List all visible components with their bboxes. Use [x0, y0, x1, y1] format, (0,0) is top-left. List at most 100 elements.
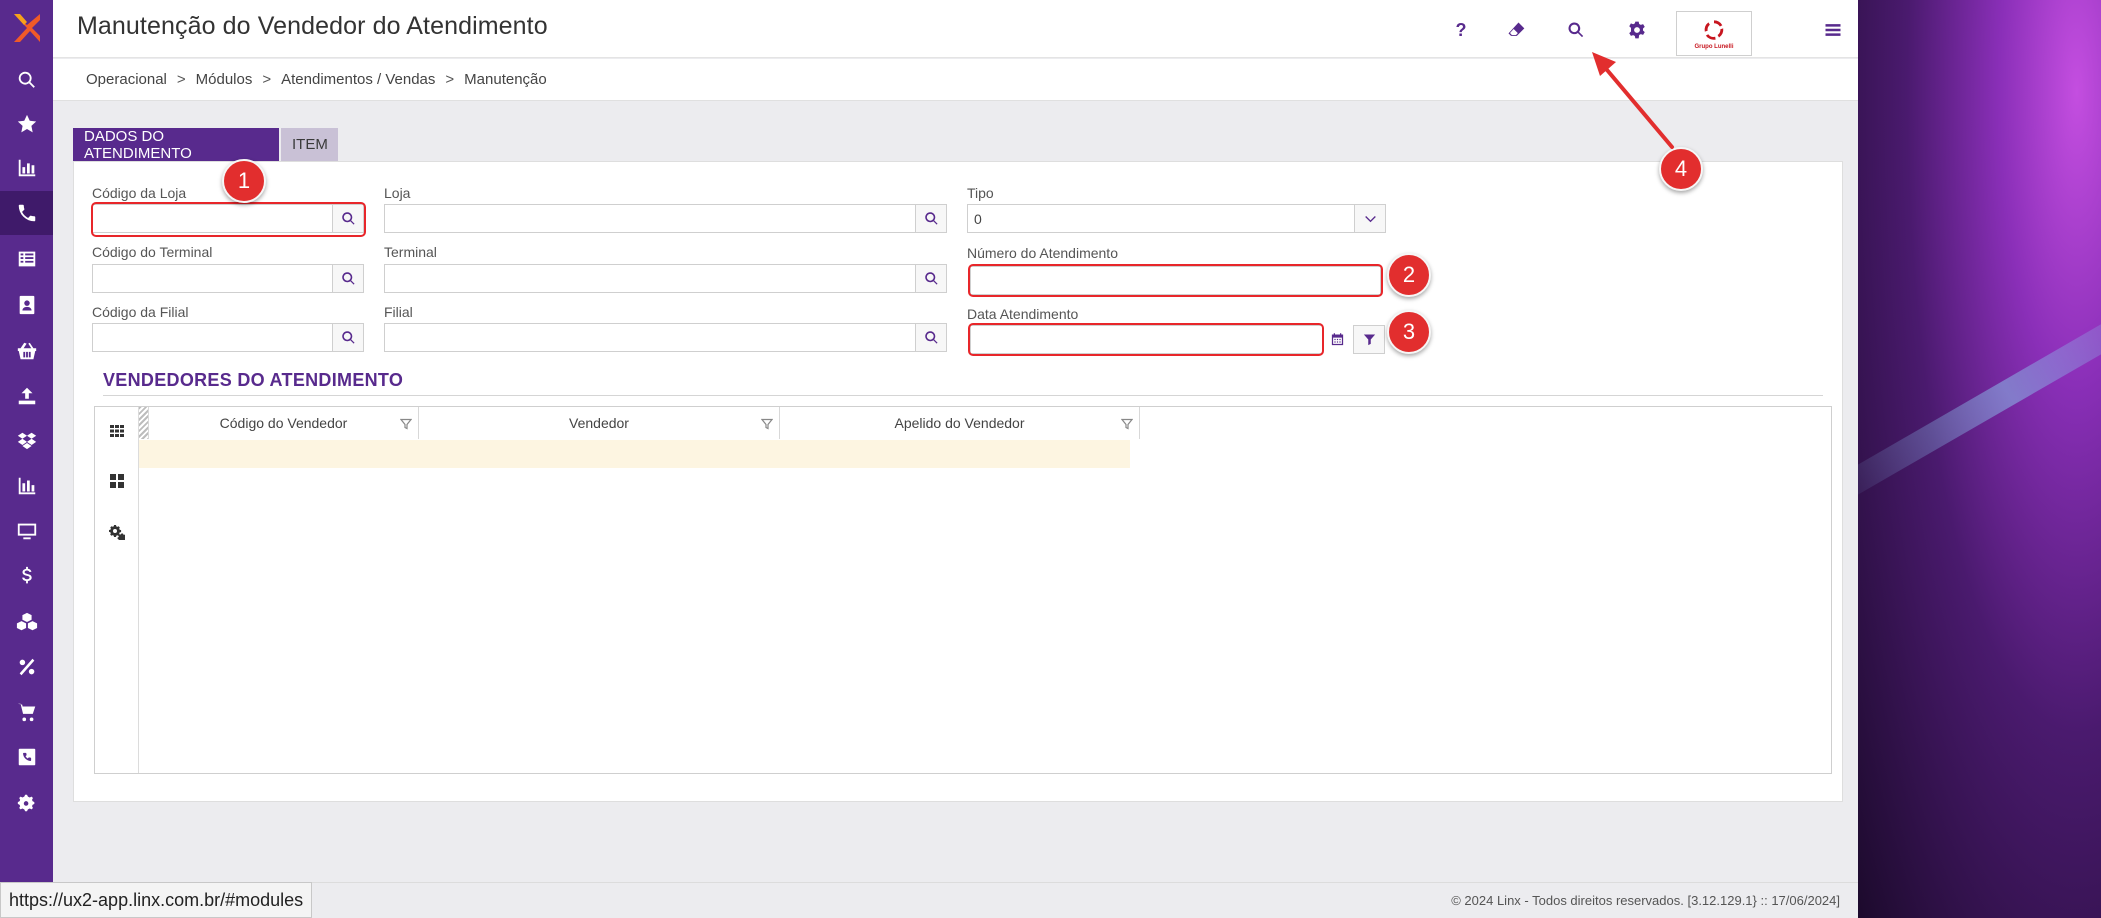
sidebar-basket-icon[interactable] [0, 329, 53, 373]
annotation-badge-1: 1 [222, 159, 266, 203]
gear-icon[interactable] [1623, 16, 1651, 44]
search-icon [341, 272, 355, 285]
search-icon [341, 212, 355, 225]
tipo-label: Tipo [967, 185, 994, 201]
tab-dados-do-atendimento[interactable]: DADOS DO ATENDIMENTO [73, 128, 279, 162]
search-icon [924, 212, 938, 225]
breadcrumb-atendimentos-vendas[interactable]: Atendimentos / Vendas [281, 71, 435, 88]
codigo-terminal-search-button[interactable] [332, 264, 364, 293]
search-icon [924, 272, 938, 285]
tab-item[interactable]: ITEM [281, 128, 338, 161]
table-row-empty-highlighted[interactable] [139, 440, 1130, 468]
top-header: Manutenção do Vendedor do Atendimento ? … [53, 0, 1858, 58]
column-filter-icon[interactable] [399, 417, 413, 430]
tipo-selected-value: 0 [974, 210, 982, 227]
loja-input[interactable] [384, 204, 916, 233]
sidebar-monitor-icon[interactable] [0, 509, 53, 553]
grid-layout-icon[interactable] [105, 469, 129, 493]
breadcrumb-separator: > [176, 71, 186, 88]
eraser-icon[interactable] [1502, 16, 1530, 44]
breadcrumb-manutencao: Manutenção [464, 71, 547, 88]
numero-atendimento-label: Número do Atendimento [967, 245, 1118, 261]
sidebar-boxes-icon[interactable] [0, 600, 53, 644]
sidebar-bar-chart-icon[interactable] [0, 146, 53, 190]
grid-header: Código do Vendedor Vendedor Apelido do V… [139, 407, 1140, 439]
company-logo[interactable]: Grupo Lunelli [1676, 11, 1752, 56]
search-icon [924, 331, 938, 344]
grid-columns-icon[interactable] [105, 419, 129, 443]
sidebar-percent-icon[interactable] [0, 645, 53, 689]
date-filter-button[interactable] [1353, 325, 1385, 354]
codigo-filial-input[interactable] [92, 323, 333, 352]
sidebar-phone-square-icon[interactable] [0, 735, 53, 779]
codigo-loja-label: Código da Loja [92, 185, 187, 201]
codigo-filial-label: Código da Filial [92, 304, 189, 320]
chevron-down-icon [1364, 216, 1376, 223]
codigo-terminal-input[interactable] [92, 264, 333, 293]
grid-settings-gears-icon[interactable] [105, 520, 129, 544]
page-title: Manutenção do Vendedor do Atendimento [77, 12, 548, 40]
filial-search-button[interactable] [915, 323, 947, 352]
tipo-select[interactable]: 0 [967, 204, 1357, 233]
calendar-button[interactable] [1321, 325, 1353, 354]
sidebar-upload-icon[interactable] [0, 374, 53, 418]
data-atendimento-input[interactable] [970, 325, 1322, 354]
annotation-badge-4: 4 [1659, 147, 1703, 191]
sidebar-favorites-star-icon[interactable] [0, 102, 53, 146]
loja-label: Loja [384, 185, 411, 201]
breadcrumb-operacional[interactable]: Operacional [86, 71, 167, 88]
annotation-badge-2: 2 [1387, 253, 1431, 297]
desktop-light-streak [1858, 276, 2101, 510]
company-logo-mark-icon [1704, 19, 1724, 40]
filial-input[interactable] [384, 323, 916, 352]
tipo-dropdown-button[interactable] [1354, 204, 1386, 233]
sidebar-settings-gears-icon[interactable] [0, 781, 53, 825]
codigo-filial-search-button[interactable] [332, 323, 364, 352]
column-header-apelido-vendedor[interactable]: Apelido do Vendedor [780, 407, 1140, 439]
sidebar-dropbox-icon[interactable] [0, 419, 53, 463]
sidebar [0, 0, 53, 918]
sidebar-contact-card-icon[interactable] [0, 283, 53, 327]
codigo-loja-input[interactable] [92, 204, 333, 233]
section-title-vendedores: VENDEDORES DO ATENDIMENTO [103, 370, 404, 390]
section-divider [103, 395, 1823, 396]
search-icon[interactable] [1562, 16, 1590, 44]
breadcrumb-separator: > [262, 71, 272, 88]
terminal-search-button[interactable] [915, 264, 947, 293]
data-atendimento-label: Data Atendimento [967, 306, 1079, 322]
loja-search-button[interactable] [915, 204, 947, 233]
codigo-terminal-label: Código do Terminal [92, 244, 213, 260]
breadcrumb-separator: > [445, 71, 455, 88]
sidebar-phone-icon[interactable] [0, 191, 53, 235]
column-header-codigo-vendedor[interactable]: Código do Vendedor [149, 407, 419, 439]
column-filter-icon[interactable] [760, 417, 774, 430]
footer: © 2024 Linx - Todos direitos reservados.… [53, 882, 1858, 918]
grid-row-grip[interactable] [139, 407, 149, 439]
breadcrumb-modulos[interactable]: Módulos [196, 71, 253, 88]
sidebar-list-icon[interactable] [0, 237, 53, 281]
filter-funnel-icon [1363, 334, 1375, 346]
sidebar-reports-chart-icon[interactable] [0, 464, 53, 508]
company-logo-text: Grupo Lunelli [1694, 43, 1734, 50]
column-filter-icon[interactable] [1120, 417, 1134, 430]
footer-copyright: © 2024 Linx - Todos direitos reservados.… [1451, 893, 1840, 908]
filial-label: Filial [384, 304, 413, 320]
sidebar-search-icon[interactable] [0, 58, 53, 102]
sidebar-dollar-icon[interactable] [0, 554, 53, 598]
vendedores-grid: Código do Vendedor Vendedor Apelido do V… [94, 406, 1832, 774]
codigo-loja-search-button[interactable] [332, 204, 364, 233]
calendar-icon [1331, 333, 1343, 346]
status-bar-url: https://ux2-app.linx.com.br/#modules [0, 882, 313, 918]
numero-atendimento-input[interactable] [970, 266, 1381, 295]
sidebar-cart-icon[interactable] [0, 690, 53, 734]
column-header-label: Código do Vendedor [219, 415, 348, 431]
column-header-label: Vendedor [569, 415, 629, 431]
column-header-vendedor[interactable]: Vendedor [419, 407, 780, 439]
linx-logo-icon[interactable] [10, 10, 44, 46]
column-header-label: Apelido do Vendedor [894, 415, 1025, 431]
annotation-badge-3: 3 [1387, 310, 1431, 354]
terminal-label: Terminal [384, 244, 437, 260]
help-question-icon[interactable]: ? [1447, 16, 1475, 44]
hamburger-menu-icon[interactable] [1819, 16, 1847, 44]
terminal-input[interactable] [384, 264, 916, 293]
